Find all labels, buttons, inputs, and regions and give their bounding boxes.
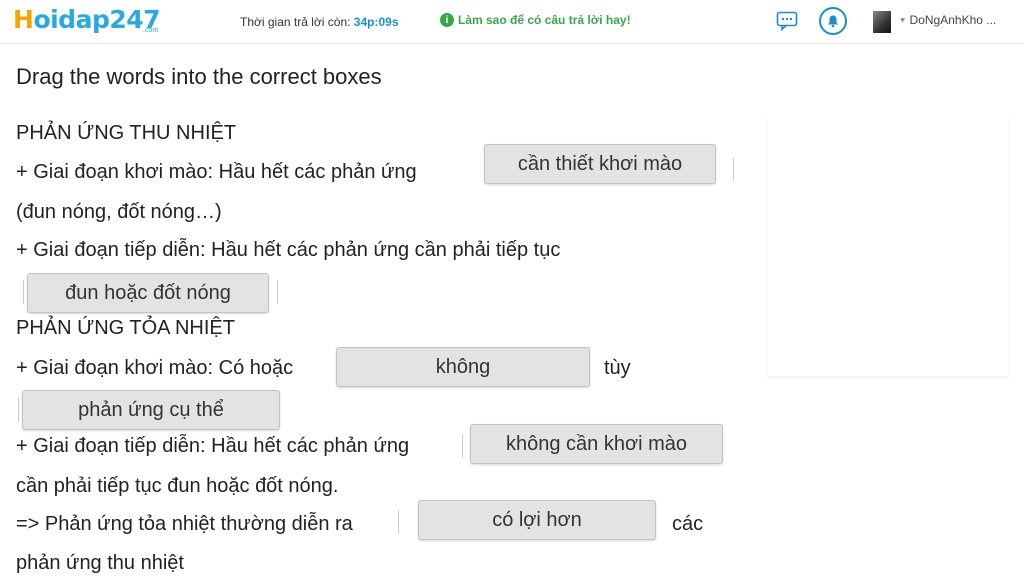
- question-line: (đun nóng, đốt nóng…): [16, 201, 222, 223]
- drop-slot-marker: [733, 157, 734, 181]
- question-line: + Giai đoạn tiếp diễn: Hầu hết các phản …: [16, 239, 561, 261]
- timer-value: 34p:09s: [353, 15, 399, 29]
- user-name: DoNgAnhKho ...: [909, 13, 997, 27]
- timer-label: Thời gian trả lời còn:: [240, 15, 351, 29]
- question-line: => Phản ứng tỏa nhiệt thường diễn ra: [16, 513, 353, 535]
- drop-slot-marker: [18, 398, 19, 422]
- avatar[interactable]: [873, 11, 891, 33]
- drop-slot-marker: [277, 280, 278, 304]
- side-panel: [768, 114, 1008, 376]
- question-line: cần phải tiếp tục đun hoặc đốt nóng.: [16, 475, 339, 497]
- question-area: Drag the words into the correct boxes PH…: [0, 44, 1024, 578]
- chat-icon[interactable]: [776, 11, 798, 31]
- site-logo[interactable]: Hoidap247: [13, 5, 161, 34]
- answer-timer: Thời gian trả lời còn: 34p:09s: [240, 15, 399, 29]
- question-line: + Giai đoạn khơi mào: Hầu hết các phản ứ…: [16, 161, 417, 183]
- drop-slot-marker: [398, 510, 399, 534]
- info-icon: i: [440, 13, 454, 27]
- answer-box[interactable]: không: [336, 347, 590, 387]
- answer-box[interactable]: phản ứng cụ thể: [22, 390, 280, 430]
- notification-bell-icon[interactable]: [819, 7, 847, 35]
- chevron-down-icon: ⯆: [899, 16, 907, 26]
- section-title-exothermic: PHẢN ỨNG TỎA NHIỆT: [16, 317, 235, 339]
- section-title-endothermic: PHẢN ỨNG THU NHIỆT: [16, 122, 237, 144]
- tip-link[interactable]: i Làm sao để có câu trả lời hay!: [440, 13, 631, 27]
- question-line: + Giai đoạn khơi mào: Có hoặc: [16, 357, 294, 379]
- question-instruction: Drag the words into the correct boxes: [16, 64, 382, 89]
- question-line: + Giai đoạn tiếp diễn: Hầu hết các phản …: [16, 435, 410, 457]
- answer-box[interactable]: có lợi hơn: [418, 500, 656, 540]
- answer-box[interactable]: cần thiết khơi mào: [484, 144, 716, 184]
- answer-box[interactable]: không cần khơi mào: [470, 424, 723, 464]
- top-bar: Hoidap247 .com Thời gian trả lời còn: 34…: [0, 0, 1024, 44]
- drop-slot-marker: [23, 280, 24, 304]
- drop-slot-marker: [462, 434, 463, 458]
- tip-label: Làm sao để có câu trả lời hay!: [458, 13, 631, 27]
- answer-box[interactable]: đun hoặc đốt nóng: [27, 273, 269, 313]
- question-line: phản ứng thu nhiệt: [16, 552, 184, 574]
- logo-domain: .com: [143, 27, 159, 34]
- question-line: các: [672, 513, 704, 535]
- question-line: tùy: [604, 357, 631, 379]
- user-menu[interactable]: ⯆ DoNgAnhKho ...: [899, 13, 996, 27]
